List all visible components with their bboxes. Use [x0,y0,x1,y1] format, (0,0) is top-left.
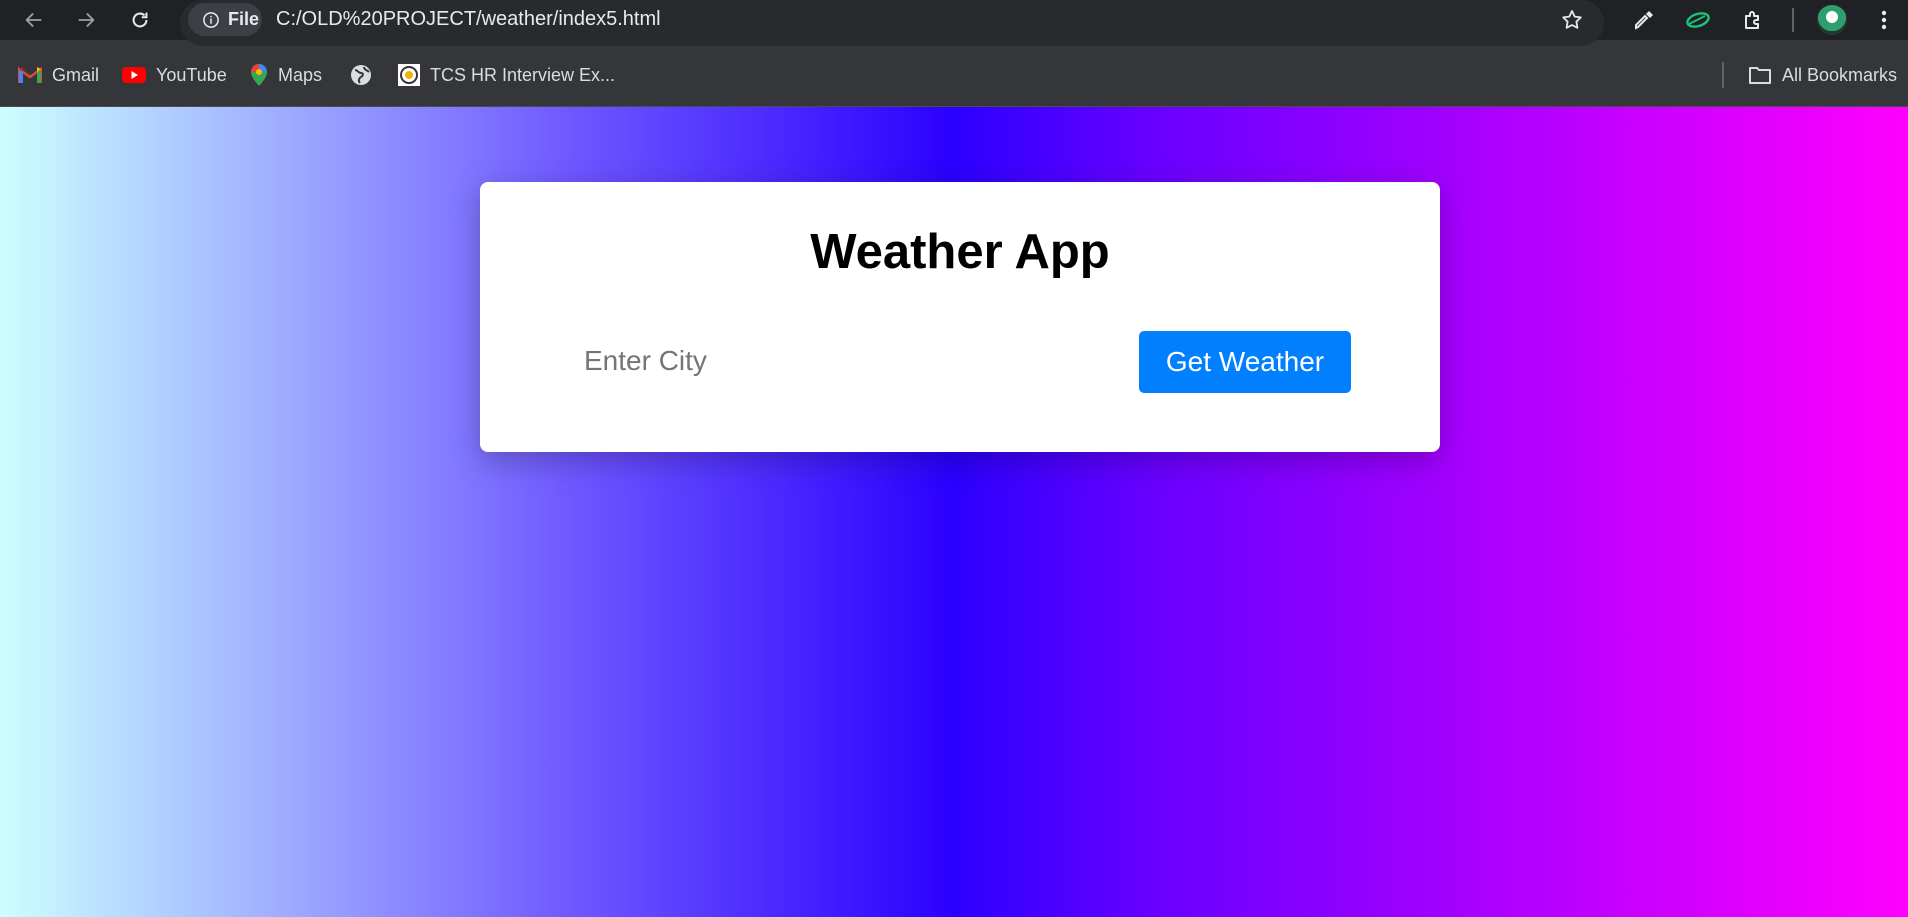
address-bar[interactable]: File C:/OLD%20PROJECT/weather/index5.htm… [180,0,1604,46]
site-info-chip[interactable]: File [188,3,262,36]
page-background: Weather App Get Weather [0,107,1908,917]
back-icon[interactable] [18,4,50,36]
extensions-puzzle-icon[interactable] [1737,4,1769,36]
eyedropper-icon[interactable] [1628,4,1660,36]
folder-icon [1749,67,1771,84]
bookmark-youtube[interactable]: YouTube [122,60,227,90]
weather-card: Weather App Get Weather [480,182,1440,452]
reload-icon[interactable] [124,4,156,36]
menu-kebab-icon[interactable] [1868,4,1900,36]
bookmarks-bar: Gmail YouTube Maps TCS HR Interview Ex..… [0,46,1908,107]
bookmarks-divider [1722,62,1724,88]
bookmark-tcs-hr-interview[interactable]: TCS HR Interview Ex... [398,60,615,90]
forward-icon[interactable] [70,4,102,36]
bookmark-label: Maps [278,64,323,85]
url-text[interactable]: C:/OLD%20PROJECT/weather/index5.html [276,8,661,31]
maps-icon [251,64,267,86]
globe-icon [351,65,371,85]
city-input[interactable] [568,331,1088,391]
bookmark-star-icon[interactable] [1558,6,1586,34]
browser-toolbar: File C:/OLD%20PROJECT/weather/index5.htm… [0,0,1908,46]
get-weather-button[interactable]: Get Weather [1139,331,1351,393]
bookmark-label: YouTube [156,64,227,85]
youtube-icon [122,67,146,83]
bookmark-maps[interactable]: Maps [250,60,322,90]
toolbar-divider [1792,8,1794,32]
all-bookmarks-button[interactable]: All Bookmarks [1748,60,1897,90]
bookmark-gmail[interactable]: Gmail [18,60,99,90]
site-favicon-icon [398,64,420,86]
bookmark-label: Gmail [52,64,100,85]
all-bookmarks-label: All Bookmarks [1782,64,1898,85]
extension-leaf-icon[interactable] [1682,4,1714,36]
bookmark-globe[interactable] [350,60,372,90]
gmail-icon [18,66,42,83]
page-title: Weather App [810,225,1110,279]
info-icon [203,11,219,28]
bookmark-label: TCS HR Interview Ex... [430,64,616,85]
file-chip-label: File [228,9,260,29]
profile-avatar[interactable] [1817,5,1847,35]
